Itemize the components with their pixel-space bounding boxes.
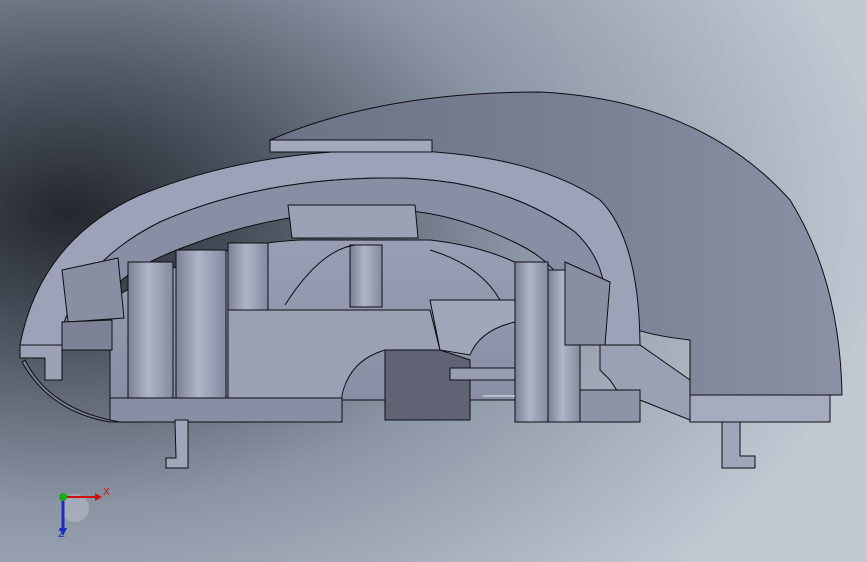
center-arch-opening <box>384 349 471 421</box>
right-bottom-base <box>579 389 641 423</box>
triad-x-label: X <box>103 487 110 498</box>
graphics-viewport[interactable] <box>0 0 867 562</box>
right-base <box>449 367 516 381</box>
left-lug-upper <box>61 257 125 323</box>
center-post <box>349 244 383 308</box>
left-lug-lower <box>61 319 113 351</box>
column-right-1 <box>514 261 549 423</box>
right-flange <box>689 394 831 423</box>
column-left-1 <box>127 261 174 413</box>
column-left-2 <box>175 249 227 413</box>
base-plate <box>109 397 343 423</box>
top-tab <box>269 139 433 153</box>
band-notch <box>287 204 419 239</box>
triad-z-label: Z <box>58 529 65 540</box>
triad-y-axis-dot <box>59 493 67 501</box>
